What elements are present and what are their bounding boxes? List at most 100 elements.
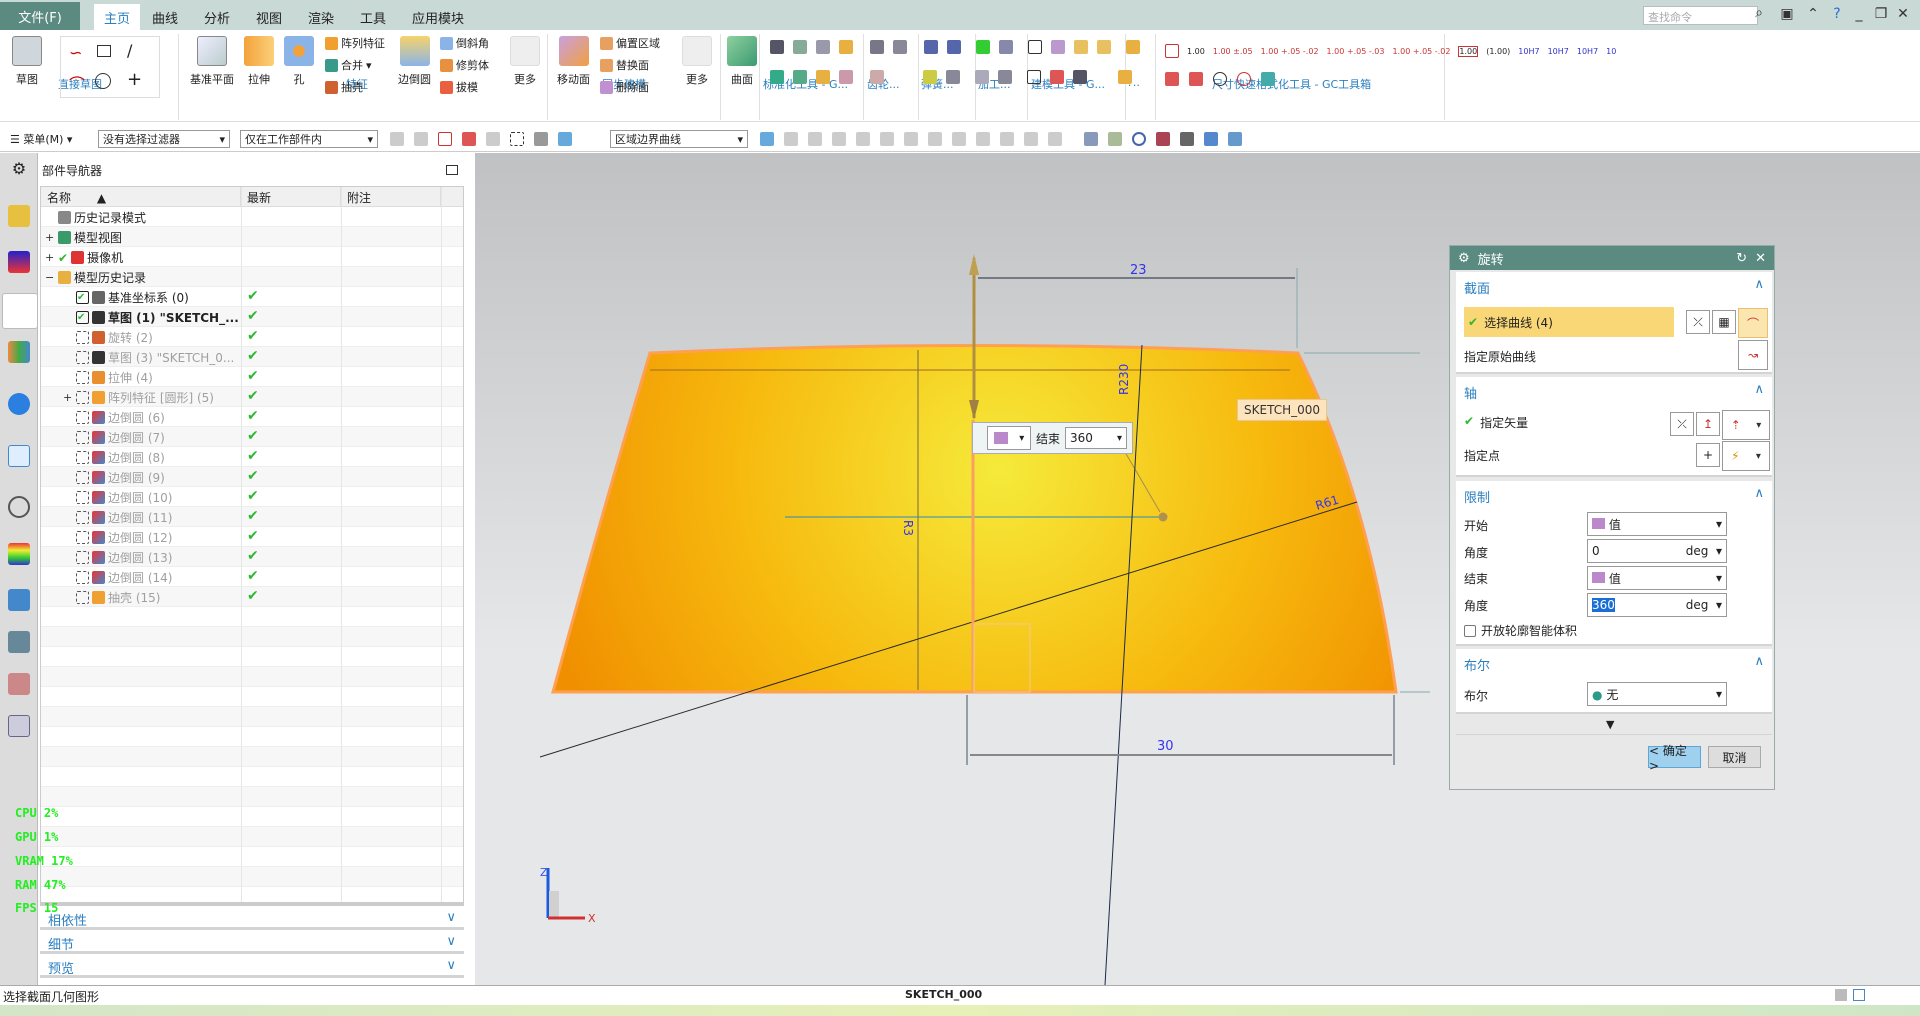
tool-icon[interactable]	[839, 40, 853, 54]
dim-format[interactable]: 1.00 +.05 -.02	[1392, 47, 1450, 56]
tool-icon[interactable]	[558, 132, 572, 146]
point-dialog-icon[interactable]: +	[1696, 443, 1720, 467]
suppressed-marker-icon[interactable]	[76, 471, 89, 484]
curve-icon[interactable]: ⌒	[1738, 308, 1768, 338]
triangle-icon[interactable]	[1028, 40, 1042, 54]
suppressed-marker-icon[interactable]	[76, 451, 89, 464]
expand-toggle-icon[interactable]: +	[63, 391, 73, 404]
suppressed-marker-icon[interactable]	[76, 591, 89, 604]
snap-icon[interactable]	[856, 132, 870, 146]
tool-icon[interactable]	[793, 70, 807, 84]
tree-row[interactable]: ✔ 草图 (1) "SKETCH_... ✔	[41, 307, 463, 327]
chevron-up-icon[interactable]: ∧	[1754, 382, 1764, 397]
more-sync-button[interactable]: 更多	[682, 36, 712, 87]
tool-icon[interactable]	[1073, 70, 1087, 84]
table-icon[interactable]	[1051, 40, 1065, 54]
gear-icon[interactable]: ⚙	[1458, 251, 1470, 266]
curve-rule-select[interactable]: 区域边界曲线 ▾	[610, 130, 748, 148]
info-icon[interactable]	[8, 393, 30, 415]
point-type-select[interactable]: ⚡ ▾	[1722, 441, 1770, 471]
tree-row[interactable]: 旋转 (2) ✔	[41, 327, 463, 347]
tool-icon[interactable]	[486, 132, 500, 146]
dim-format[interactable]: 10H7	[1548, 47, 1569, 56]
tool-icon[interactable]	[946, 70, 960, 84]
tree-row[interactable]: 边倒圆 (13) ✔	[41, 547, 463, 567]
command-search-input[interactable]: 查找命令	[1643, 6, 1758, 25]
movie-icon[interactable]	[8, 673, 30, 695]
column-header-latest[interactable]: 最新	[241, 187, 341, 207]
hole-button[interactable]: 孔	[284, 36, 314, 87]
vector-dialog-icon[interactable]: ↥	[1696, 412, 1720, 436]
tool-icon[interactable]	[414, 132, 428, 146]
dim-format[interactable]: 1.00	[1187, 47, 1205, 56]
dim-format[interactable]: 1.00 +.05 -.03	[1327, 47, 1385, 56]
note-icon[interactable]	[1027, 70, 1041, 84]
tree-row[interactable]: 边倒圆 (14) ✔	[41, 567, 463, 587]
tree-row[interactable]: − 模型历史记录	[41, 267, 463, 287]
tool-icon[interactable]	[770, 70, 784, 84]
gear-tool-icon[interactable]	[870, 40, 884, 54]
end-angle-input[interactable]: 360 deg ▾	[1587, 593, 1727, 617]
spring-icon[interactable]	[947, 40, 961, 54]
dim-format[interactable]: 1.00	[1458, 45, 1479, 57]
more-options-icon[interactable]: ▼	[1606, 718, 1614, 731]
splitter[interactable]	[40, 902, 464, 906]
diameter-icon[interactable]	[1213, 72, 1227, 86]
snap-icon[interactable]	[1048, 132, 1062, 146]
suppressed-marker-icon[interactable]	[76, 551, 89, 564]
chevron-up-icon[interactable]: ∧	[1754, 654, 1764, 669]
section-title[interactable]: 截面	[1464, 278, 1490, 297]
file-menu[interactable]: 文件(F)	[0, 2, 80, 30]
draft-button[interactable]: 拔模	[440, 79, 478, 95]
tab-render[interactable]: 渲染	[298, 4, 344, 30]
reuse-library-icon[interactable]	[8, 341, 30, 363]
select-curve-field[interactable]: ✔ 选择曲线 (4)	[1464, 307, 1674, 337]
dim-tool-icon[interactable]	[1189, 72, 1203, 86]
tab-tools[interactable]: 工具	[350, 4, 396, 30]
maximize-icon[interactable]	[446, 165, 458, 175]
pattern-feature-button[interactable]: 阵列特征	[325, 35, 385, 51]
axis-title[interactable]: 轴	[1464, 383, 1477, 402]
dim-format[interactable]: 1.00 +.05 -.02	[1261, 47, 1319, 56]
tree-row[interactable]: 边倒圆 (11) ✔	[41, 507, 463, 527]
display-icon[interactable]	[1204, 132, 1218, 146]
arrow-icon[interactable]	[760, 132, 774, 146]
dimension-30[interactable]: 30	[1157, 739, 1174, 754]
undo-icon[interactable]	[1261, 72, 1275, 86]
visibility-checkbox[interactable]: ✔	[76, 291, 89, 304]
minimize-icon[interactable]: _	[1850, 6, 1868, 22]
panel-details[interactable]: 细节 ∨	[40, 932, 464, 954]
snap-icon[interactable]	[808, 132, 822, 146]
tool-icon[interactable]	[998, 70, 1012, 84]
dim-tool-icon[interactable]	[1165, 72, 1179, 86]
cancel-button[interactable]: 取消	[1708, 746, 1761, 768]
line-icon[interactable]: /	[127, 41, 132, 60]
gear-tool-icon[interactable]	[893, 40, 907, 54]
suppressed-marker-icon[interactable]	[76, 431, 89, 444]
dim-format[interactable]: 10H7	[1577, 47, 1598, 56]
type-filter-select[interactable]: 没有选择过滤器 ▾	[98, 130, 230, 148]
origin-curve-icon[interactable]: ↝	[1738, 340, 1768, 370]
snap-icon[interactable]	[976, 132, 990, 146]
menu-button[interactable]: ☰ 菜单(M) ▾	[10, 131, 72, 147]
sketch-button[interactable]: 草图	[12, 36, 42, 87]
snap-icon[interactable]	[1000, 132, 1014, 146]
offset-region-button[interactable]: 偏置区域	[600, 35, 660, 51]
expand-toggle-icon[interactable]: +	[45, 251, 55, 264]
tool-icon[interactable]	[1118, 70, 1132, 84]
filter-icon[interactable]	[1228, 132, 1242, 146]
assembly-navigator-icon[interactable]	[8, 205, 30, 227]
dimension-23[interactable]: 23	[1130, 263, 1147, 278]
ok-button[interactable]: < 确定 >	[1648, 744, 1701, 773]
tool-icon[interactable]	[975, 70, 989, 84]
rectangle-icon[interactable]	[97, 45, 111, 57]
suppressed-marker-icon[interactable]	[76, 411, 89, 424]
dimension-r230[interactable]: R230	[1117, 364, 1131, 395]
snap-icon[interactable]	[904, 132, 918, 146]
edge-blend-button[interactable]: 边倒圆	[398, 36, 431, 87]
render-style-icon[interactable]	[1180, 132, 1194, 146]
tool-icon[interactable]	[816, 40, 830, 54]
suppressed-marker-icon[interactable]	[76, 371, 89, 384]
suppressed-marker-icon[interactable]	[76, 351, 89, 364]
close-icon[interactable]: ✕	[1894, 6, 1912, 22]
